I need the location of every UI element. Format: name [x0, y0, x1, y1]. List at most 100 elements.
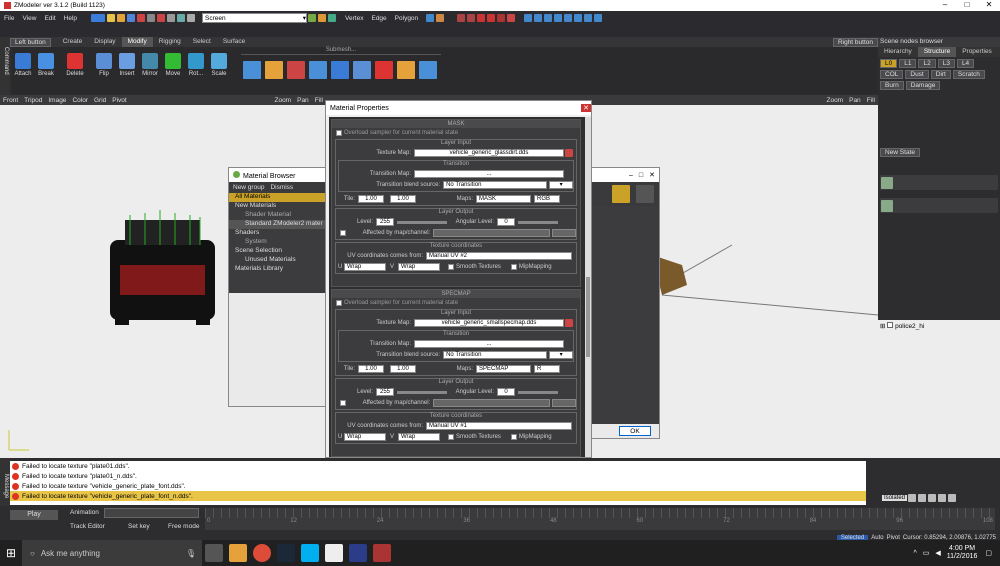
editor-close[interactable]: ✕ [649, 171, 655, 179]
scene-tool-3-icon[interactable] [928, 494, 937, 502]
scene-tool-1-icon[interactable] [908, 494, 917, 502]
material-properties-close-icon[interactable]: ✕ [581, 104, 591, 112]
timeline-track[interactable]: 0 12 24 36 48 60 72 84 96 108 [205, 508, 995, 530]
tab-create[interactable]: Create [57, 37, 89, 47]
ok-button[interactable]: OK [619, 426, 651, 436]
submesh-detach-icon[interactable] [287, 61, 305, 79]
lod-col-button[interactable]: COL [880, 70, 904, 79]
smooth-textures-checkbox[interactable]: Smooth Textures [448, 434, 501, 440]
command-sidebar[interactable]: Command [0, 37, 10, 95]
tree-shaders[interactable]: Shaders [229, 229, 325, 238]
affected-checkbox[interactable] [340, 400, 346, 406]
level-slider[interactable] [397, 390, 447, 394]
front-view-icon[interactable] [564, 14, 573, 22]
scene-tool-2-icon[interactable] [918, 494, 927, 502]
tray-chevron-icon[interactable]: ^ [913, 550, 916, 557]
tree-all-materials[interactable]: All Materials [229, 193, 325, 202]
axis-z-icon[interactable] [477, 14, 486, 22]
v-wrap-select[interactable]: Wrap [398, 263, 440, 271]
clock-date[interactable]: 11/2/2016 [947, 553, 978, 561]
submesh-split-icon[interactable] [331, 61, 349, 79]
render-icon[interactable] [574, 14, 583, 22]
dismiss-button[interactable]: Dismiss [270, 184, 293, 191]
tree-shader-material[interactable]: Shader Material [229, 211, 325, 220]
notifications-icon[interactable]: ▢ [985, 549, 992, 557]
selection-mode-combo[interactable]: Screen ▾ [202, 13, 308, 23]
edge-mode[interactable]: Edge [371, 15, 386, 22]
maximize-view-icon[interactable] [594, 14, 603, 22]
channel-select[interactable]: R [534, 365, 560, 373]
mirror-button[interactable]: Mirror [139, 47, 161, 94]
state-dirt-button[interactable]: Dirt [930, 70, 951, 79]
insert-button[interactable]: Insert [116, 47, 138, 94]
camera-view-icon[interactable] [524, 14, 533, 22]
tree-new-materials[interactable]: New Materials [229, 202, 325, 211]
uv-source-select[interactable]: Manual UV #1 [426, 422, 572, 430]
lod-dust-button[interactable]: Dust [905, 70, 929, 79]
menu-edit[interactable]: Edit [40, 15, 59, 22]
viewport-tripod-menu[interactable]: Tripod [24, 97, 42, 104]
maps-select[interactable]: MASK [476, 195, 531, 203]
submesh-remove-icon[interactable] [375, 61, 393, 79]
scene-tree-node[interactable]: ⊞ police2_hi [878, 320, 1000, 332]
u-wrap-select[interactable]: Wrap [344, 433, 386, 441]
perspective-fill-tool[interactable]: Fill [867, 97, 875, 104]
tree-system[interactable]: System [229, 238, 325, 247]
override-sampler-checkbox[interactable]: Overload sampler for current material st… [332, 298, 580, 307]
state-damage-button[interactable]: Damage [905, 81, 941, 90]
set-key-button[interactable]: Set key [128, 523, 150, 530]
tree-unused-materials[interactable]: Unused Materials [229, 256, 325, 265]
transition-map-field[interactable]: ... [414, 340, 564, 348]
flip-button[interactable]: Flip [93, 47, 115, 94]
transition-blend-extra[interactable]: ▾ [549, 181, 573, 189]
tab-structure[interactable]: Structure [917, 47, 957, 57]
delete-button[interactable]: Delete [64, 47, 86, 94]
camera-icon[interactable] [187, 14, 196, 22]
affected-checkbox[interactable] [340, 230, 346, 236]
smooth-textures-checkbox[interactable]: Smooth Textures [448, 264, 501, 270]
save-icon[interactable] [127, 14, 136, 22]
axis-y-icon[interactable] [467, 14, 476, 22]
affected-select[interactable] [433, 229, 551, 237]
properties-scrollbar[interactable] [585, 117, 591, 457]
transition-blend-select[interactable]: No Transition [443, 181, 548, 189]
channel-select[interactable]: RGB [534, 195, 560, 203]
photoshop-icon[interactable] [349, 544, 367, 562]
vertex-mode[interactable]: Vertex [345, 15, 363, 22]
lasso-icon[interactable] [318, 14, 327, 22]
new-group-button[interactable]: New group [233, 184, 264, 191]
move-button[interactable]: Move [162, 47, 184, 94]
constraint-icon[interactable] [497, 14, 506, 22]
file-explorer-icon[interactable] [229, 544, 247, 562]
viewport-pivot-menu[interactable]: Pivot [112, 97, 126, 104]
v-wrap-select[interactable]: Wrap [398, 433, 440, 441]
task-view-icon[interactable] [205, 544, 223, 562]
break-button[interactable]: Break [35, 47, 57, 94]
cut-icon[interactable] [137, 14, 146, 22]
viewport-fill-tool[interactable]: Fill [315, 97, 323, 104]
tree-materials-library[interactable]: Materials Library [229, 265, 325, 274]
clock-time[interactable]: 4:00 PM [947, 545, 978, 553]
state-scratch-button[interactable]: Scratch [952, 70, 985, 79]
right-button-toggle[interactable]: Right button [832, 37, 878, 47]
submesh-fill-icon[interactable] [397, 61, 415, 79]
perspective-pan-tool[interactable]: Pan [849, 97, 861, 104]
lock-axis-icon[interactable] [487, 14, 496, 22]
submesh-grid-icon[interactable] [309, 61, 327, 79]
level-input[interactable]: 255 [376, 218, 394, 226]
menu-file[interactable]: File [0, 15, 18, 22]
texture-browse-icon[interactable] [565, 319, 573, 327]
mipmapping-checkbox[interactable]: MipMapping [510, 434, 552, 440]
new-file-icon[interactable] [107, 14, 116, 22]
top-view-icon[interactable] [544, 14, 553, 22]
track-editor-button[interactable]: Track Editor [70, 523, 105, 530]
tab-hierarchy[interactable]: Hierarchy [878, 47, 918, 57]
marker-icon[interactable] [328, 14, 337, 22]
u-wrap-select[interactable]: Wrap [344, 263, 386, 271]
tab-modify[interactable]: Modify [121, 37, 153, 47]
taskbar-search[interactable]: ○ Ask me anything 🎙 [22, 540, 202, 566]
submesh-weld-icon[interactable] [353, 61, 371, 79]
material-settings-icon[interactable] [636, 185, 654, 203]
rotate-button[interactable]: Rot... [185, 47, 207, 94]
affected-channel[interactable] [552, 399, 576, 407]
